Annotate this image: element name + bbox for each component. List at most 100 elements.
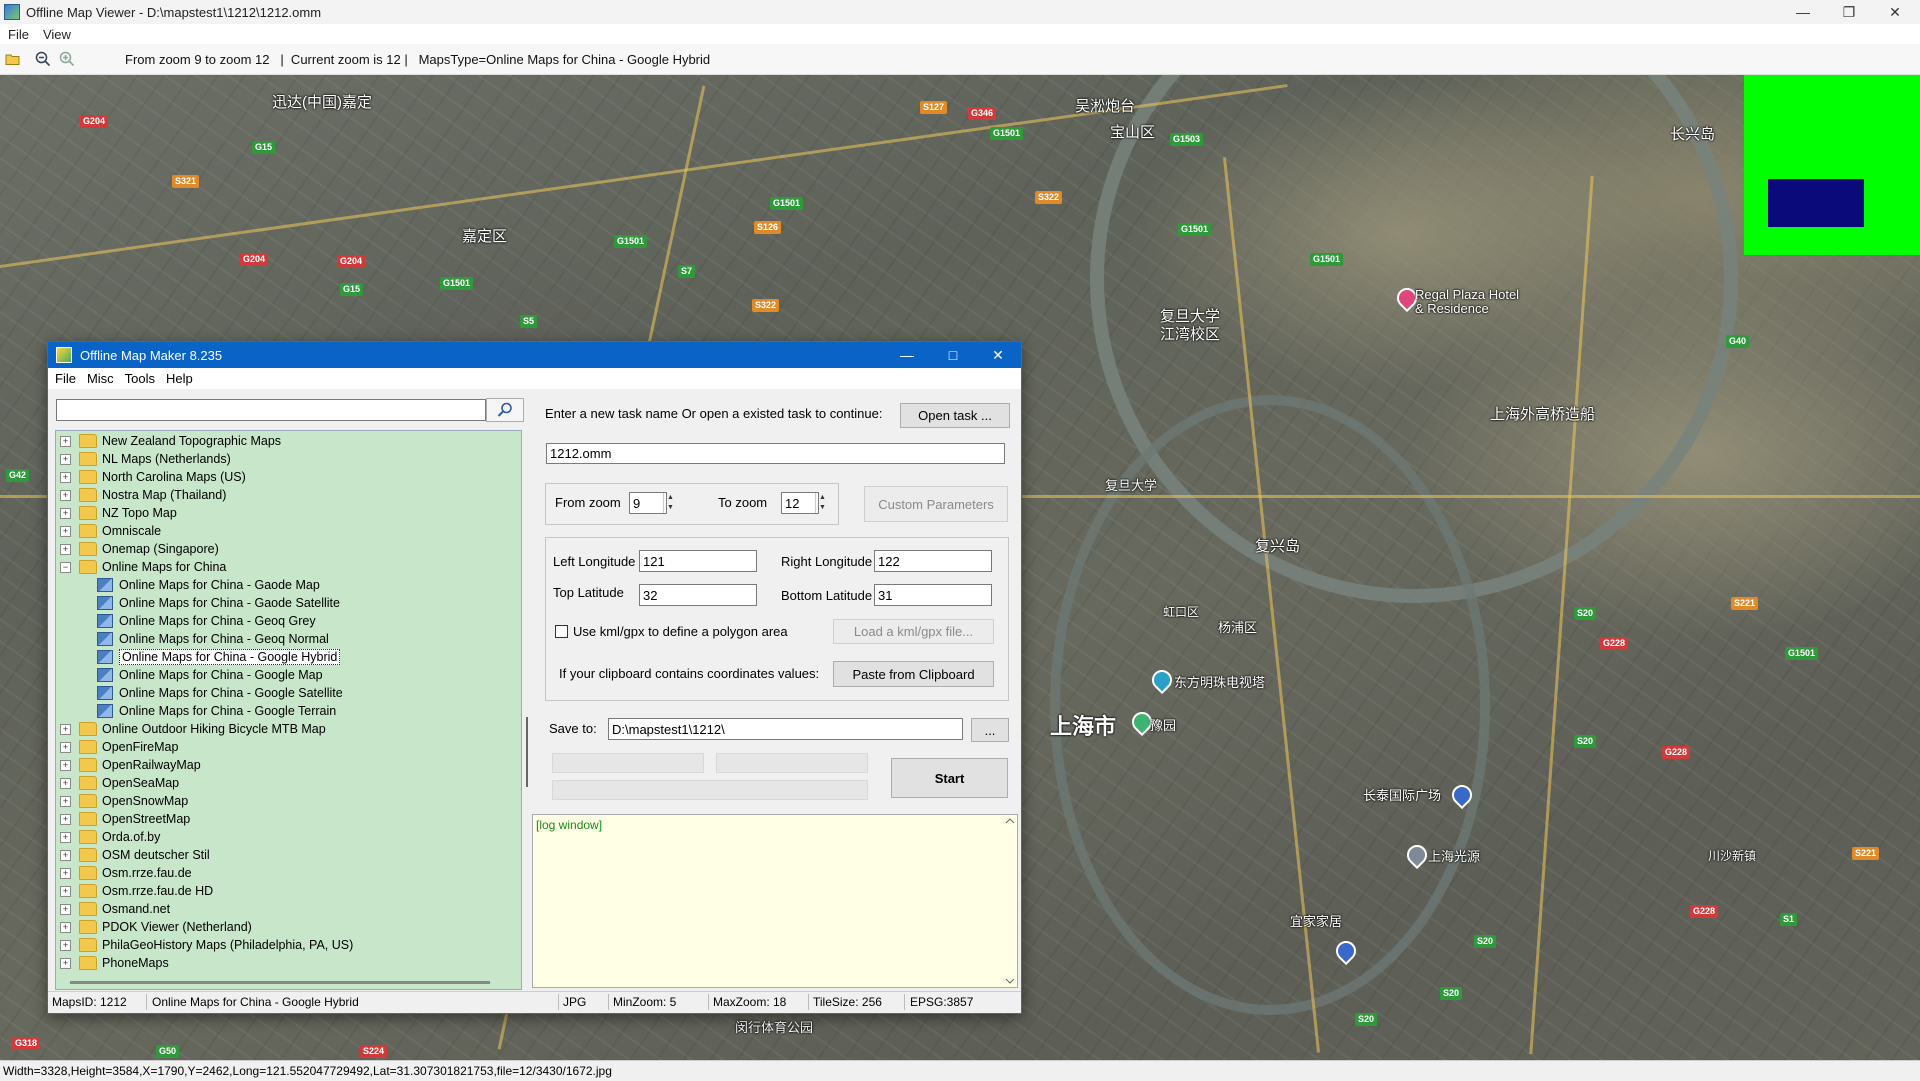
log-scrollbar[interactable] xyxy=(1003,815,1017,987)
expand-icon[interactable]: + xyxy=(60,903,71,915)
paste-clipboard-button[interactable]: Paste from Clipboard xyxy=(833,661,994,687)
tree-item[interactable]: Online Maps for China - Geoq Grey xyxy=(56,612,316,630)
overview-map[interactable] xyxy=(1744,75,1920,255)
dialog-minimize-button[interactable]: — xyxy=(884,342,930,368)
expand-icon[interactable]: + xyxy=(60,759,71,771)
tree-item[interactable]: + New Zealand Topographic Maps xyxy=(56,432,281,450)
tree-item[interactable]: + OpenRailwayMap xyxy=(56,756,201,774)
collapse-icon[interactable]: − xyxy=(60,561,71,573)
tree-item[interactable]: + Osm.rrze.fau.de HD xyxy=(56,882,213,900)
road-shield: G1501 xyxy=(1785,647,1819,660)
tree-item[interactable]: + PhilaGeoHistory Maps (Philadelphia, PA,… xyxy=(56,936,353,954)
start-button[interactable]: Start xyxy=(891,758,1008,798)
restore-button[interactable]: ❐ xyxy=(1826,0,1872,24)
top-latitude-input[interactable]: 32 xyxy=(639,584,757,606)
to-zoom-spinner[interactable]: ▲ ▼ xyxy=(815,493,829,513)
search-button[interactable] xyxy=(486,398,524,422)
tree-item[interactable]: + PhoneMaps xyxy=(56,954,169,972)
tree-item-label: Osm.rrze.fau.de xyxy=(102,866,192,880)
tree-item[interactable]: Online Maps for China - Google Map xyxy=(56,666,323,684)
cursor-info: Width=3328,Height=3584,X=1790,Y=2462,Lon… xyxy=(3,1064,612,1078)
tree-item[interactable]: + Osmand.net xyxy=(56,900,170,918)
right-longitude-input[interactable]: 122 xyxy=(874,550,992,572)
tree-item[interactable]: + Online Outdoor Hiking Bicycle MTB Map xyxy=(56,720,326,738)
to-zoom-input[interactable]: 12 xyxy=(781,492,819,514)
menu-view[interactable]: View xyxy=(43,27,71,42)
dialog-close-button[interactable]: ✕ xyxy=(975,342,1021,368)
tree-item[interactable]: + PDOK Viewer (Netherland) xyxy=(56,918,252,936)
expand-icon[interactable]: + xyxy=(60,885,71,897)
minimize-button[interactable]: — xyxy=(1780,0,1826,24)
tree-item-label: North Carolina Maps (US) xyxy=(102,470,246,484)
expand-icon[interactable]: + xyxy=(60,723,71,735)
expand-icon[interactable]: + xyxy=(60,849,71,861)
expand-icon[interactable]: + xyxy=(60,453,71,465)
expand-icon[interactable]: + xyxy=(60,741,71,753)
browse-button[interactable]: ... xyxy=(971,718,1009,742)
tree-item[interactable]: + OpenFireMap xyxy=(56,738,178,756)
tree-item[interactable]: + Osm.rrze.fau.de xyxy=(56,864,192,882)
maps-search-input[interactable] xyxy=(56,399,486,421)
tree-item[interactable]: − Online Maps for China xyxy=(56,558,226,576)
custom-parameters-button[interactable]: Custom Parameters xyxy=(864,486,1008,522)
task-name-input[interactable]: 1212.omm xyxy=(546,443,1005,464)
tree-item[interactable]: + Omniscale xyxy=(56,522,161,540)
expand-icon[interactable]: + xyxy=(60,489,71,501)
expand-icon[interactable]: + xyxy=(60,435,71,447)
expand-icon[interactable]: + xyxy=(60,471,71,483)
expand-icon[interactable]: + xyxy=(60,957,71,969)
expand-icon[interactable]: + xyxy=(60,777,71,789)
expand-icon[interactable]: + xyxy=(60,795,71,807)
splitter[interactable] xyxy=(524,427,530,989)
tree-item[interactable]: + NZ Topo Map xyxy=(56,504,177,522)
tree-item[interactable]: Online Maps for China - Google Terrain xyxy=(56,702,336,720)
expand-icon[interactable]: + xyxy=(60,525,71,537)
tree-item[interactable]: + OpenSnowMap xyxy=(56,792,188,810)
road-shield: S127 xyxy=(920,101,948,114)
from-zoom-spinner[interactable]: ▲ ▼ xyxy=(663,493,677,513)
dialog-menu-tools[interactable]: Tools xyxy=(125,371,155,386)
expand-icon[interactable]: + xyxy=(60,867,71,879)
tree-item[interactable]: + North Carolina Maps (US) xyxy=(56,468,246,486)
tree-item[interactable]: + Nostra Map (Thailand) xyxy=(56,486,226,504)
tree-item[interactable]: Online Maps for China - Geoq Normal xyxy=(56,630,329,648)
zoom-in-icon[interactable] xyxy=(56,48,78,70)
expand-icon[interactable]: + xyxy=(60,831,71,843)
tree-item[interactable]: + Orda.of.by xyxy=(56,828,160,846)
tree-item[interactable]: Online Maps for China - Gaode Satellite xyxy=(56,594,340,612)
kml-checkbox[interactable] xyxy=(555,625,568,638)
load-kml-button[interactable]: Load a kml/gpx file... xyxy=(833,619,994,644)
tree-item[interactable]: Online Maps for China - Gaode Map xyxy=(56,576,320,594)
dialog-maximize-button[interactable]: □ xyxy=(930,342,976,368)
expand-icon[interactable]: + xyxy=(60,939,71,951)
maps-tree[interactable]: + New Zealand Topographic Maps + NL Maps (N… xyxy=(55,430,522,990)
tree-item[interactable]: + OSM deutscher Stil xyxy=(56,846,210,864)
left-longitude-input[interactable]: 121 xyxy=(639,550,757,572)
tree-item[interactable]: + NL Maps (Netherlands) xyxy=(56,450,231,468)
overview-viewport[interactable] xyxy=(1768,179,1864,227)
tree-item[interactable]: + OpenStreetMap xyxy=(56,810,190,828)
expand-icon[interactable]: + xyxy=(60,921,71,933)
menu-file[interactable]: File xyxy=(8,27,29,42)
expand-icon[interactable]: + xyxy=(60,543,71,555)
map-label: 江湾校区 xyxy=(1160,326,1221,343)
dialog-menu-file[interactable]: File xyxy=(55,371,76,386)
tree-item[interactable]: Online Maps for China - Google Satellite xyxy=(56,684,343,702)
open-task-button[interactable]: Open task ... xyxy=(900,403,1010,428)
log-window[interactable]: [log window] xyxy=(532,814,1018,988)
tree-horizontal-scrollbar[interactable] xyxy=(70,981,490,984)
map-label: 宜家家居 xyxy=(1290,914,1343,929)
tree-item[interactable]: Online Maps for China - Google Hybrid xyxy=(56,648,341,666)
tree-item[interactable]: + OpenSeaMap xyxy=(56,774,179,792)
folder-open-icon[interactable] xyxy=(2,48,24,70)
save-path-input[interactable]: D:\mapstest1\1212\ xyxy=(608,718,963,740)
tree-item[interactable]: + Onemap (Singapore) xyxy=(56,540,219,558)
close-button[interactable]: ✕ xyxy=(1872,0,1918,24)
expand-icon[interactable]: + xyxy=(60,507,71,519)
dialog-menu-misc[interactable]: Misc xyxy=(87,371,114,386)
from-zoom-input[interactable]: 9 xyxy=(629,492,667,514)
zoom-out-icon[interactable] xyxy=(32,48,54,70)
dialog-menu-help[interactable]: Help xyxy=(166,371,193,386)
expand-icon[interactable]: + xyxy=(60,813,71,825)
bottom-latitude-input[interactable]: 31 xyxy=(874,584,992,606)
